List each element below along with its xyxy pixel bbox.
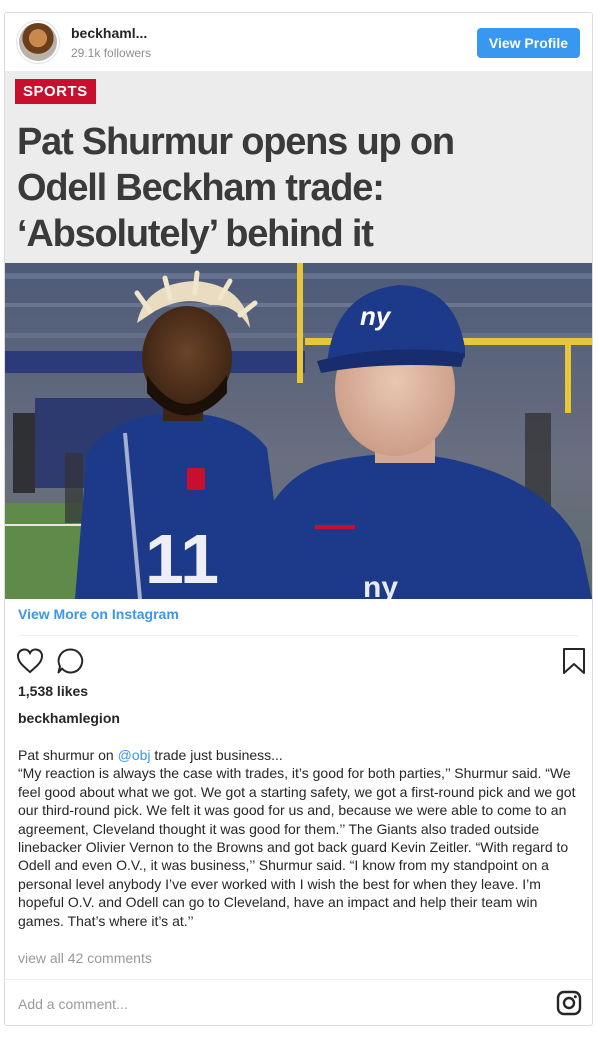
players-photo: 11 ny ny — [5, 263, 592, 599]
divider — [5, 979, 592, 980]
headline-line: ‘Absolutely’ behind it — [17, 213, 374, 255]
svg-text:ny: ny — [360, 301, 392, 331]
svg-text:ny: ny — [363, 571, 398, 599]
instagram-icon[interactable] — [556, 990, 582, 1016]
article-headline: Pat Shurmur opens up on Odell Beckham tr… — [17, 119, 587, 257]
post-author[interactable]: beckhamlegion — [18, 710, 120, 726]
headline-line: Odell Beckham trade: — [17, 167, 385, 209]
post-image[interactable]: SPORTS Pat Shurmur opens up on Odell Bec… — [5, 71, 592, 599]
caption-intro-end: trade just business... — [150, 747, 283, 763]
username[interactable]: beckhaml... — [71, 25, 147, 41]
view-more-on-instagram-link[interactable]: View More on Instagram — [18, 606, 179, 622]
follower-count: 29.1k followers — [71, 46, 152, 60]
svg-text:11: 11 — [145, 520, 219, 598]
category-tag: SPORTS — [15, 79, 96, 104]
post-caption: Pat shurmur on @obj trade just business.… — [18, 746, 580, 930]
view-profile-button[interactable]: View Profile — [476, 28, 580, 58]
view-all-comments-link[interactable]: view all 42 comments — [18, 950, 152, 966]
like-count[interactable]: 1,538 likes — [18, 683, 88, 699]
instagram-embed-card: beckhaml... 29.1k followers View Profile… — [4, 12, 593, 1026]
caption-body: “My reaction is always the case with tra… — [18, 765, 576, 929]
headline-line: Pat Shurmur opens up on — [17, 121, 455, 163]
action-bar — [15, 646, 585, 676]
bookmark-icon[interactable] — [559, 646, 589, 676]
post-header: beckhaml... 29.1k followers View Profile — [5, 13, 592, 71]
caption-intro: Pat shurmur on — [18, 747, 118, 763]
divider — [19, 635, 578, 636]
add-comment-input[interactable]: Add a comment... — [18, 996, 128, 1012]
comment-icon[interactable] — [55, 646, 85, 676]
avatar[interactable] — [19, 23, 57, 61]
heart-icon[interactable] — [15, 646, 45, 676]
mention-link[interactable]: @obj — [118, 747, 151, 763]
